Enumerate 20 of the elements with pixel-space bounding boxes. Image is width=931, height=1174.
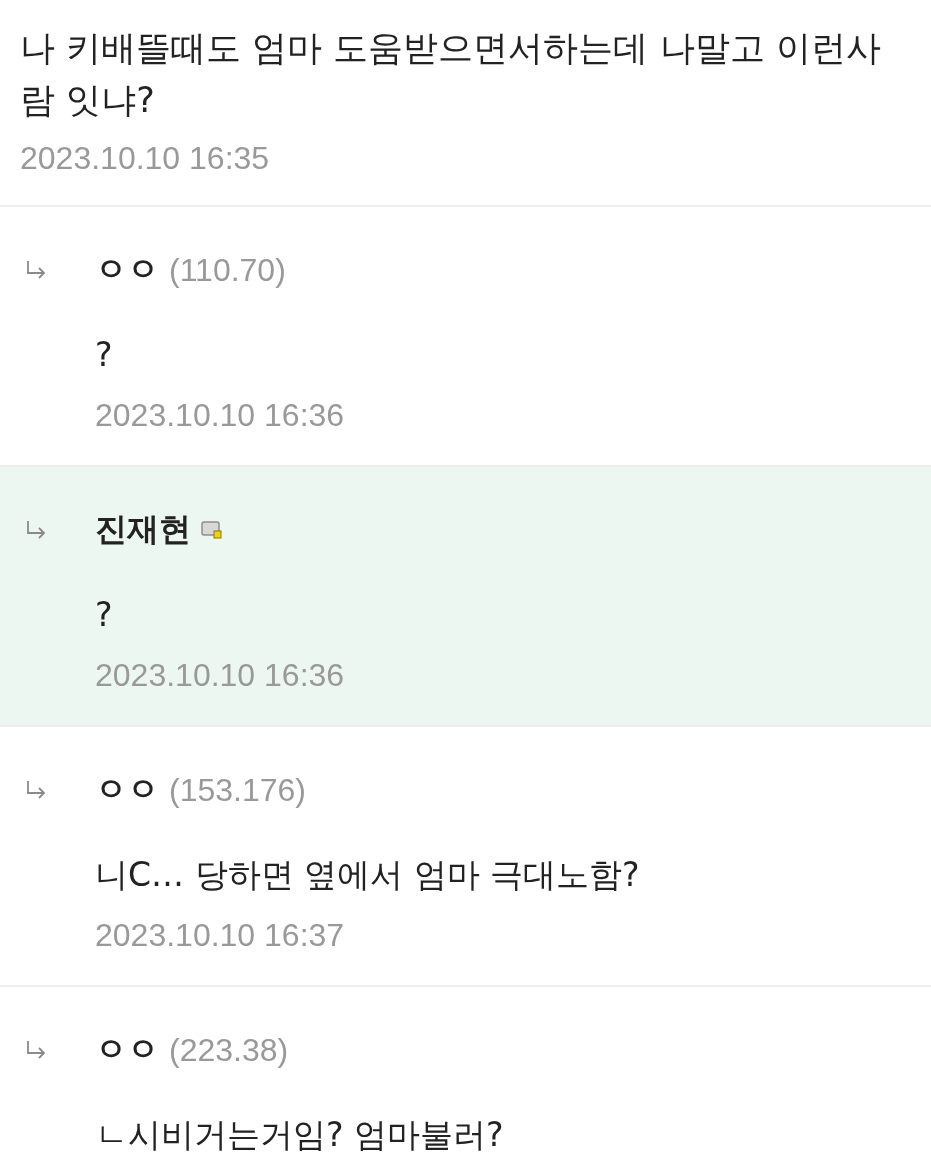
ip-address: (223.38) [169, 1031, 289, 1069]
reply-text: 니C… 당하면 옆에서 엄마 극대노함? [95, 854, 641, 896]
reply-arrow-icon [25, 260, 47, 280]
reply-date: 2023.10.10 16:36 [95, 396, 346, 435]
reply-date: 2023.10.10 16:36 [95, 656, 346, 695]
reply-arrow-icon [25, 1040, 47, 1060]
post-date: 2023.10.10 16:35 [20, 139, 271, 178]
author-name: ㅇㅇ [95, 249, 159, 290]
post-title: 나 키배뜰때도 엄마 도움받으면서하는데 나말고 이런사람 잇냐? [20, 27, 882, 122]
reply-date: 2023.10.10 16:37 [95, 916, 346, 955]
reply-arrow-icon [25, 780, 47, 800]
reply-arrow-icon [25, 520, 47, 540]
author-name: 진재현 [95, 509, 191, 550]
ip-address: (153.176) [169, 771, 306, 809]
author-name: ㅇㅇ [95, 1029, 159, 1070]
reply-text: ㄴ시비거는거임? 엄마불러? [95, 1114, 505, 1156]
ip-address: (110.70) [169, 251, 286, 289]
author-name: ㅇㅇ [95, 769, 159, 810]
reply-text: ? [95, 334, 114, 376]
reply-text: ? [95, 594, 114, 636]
